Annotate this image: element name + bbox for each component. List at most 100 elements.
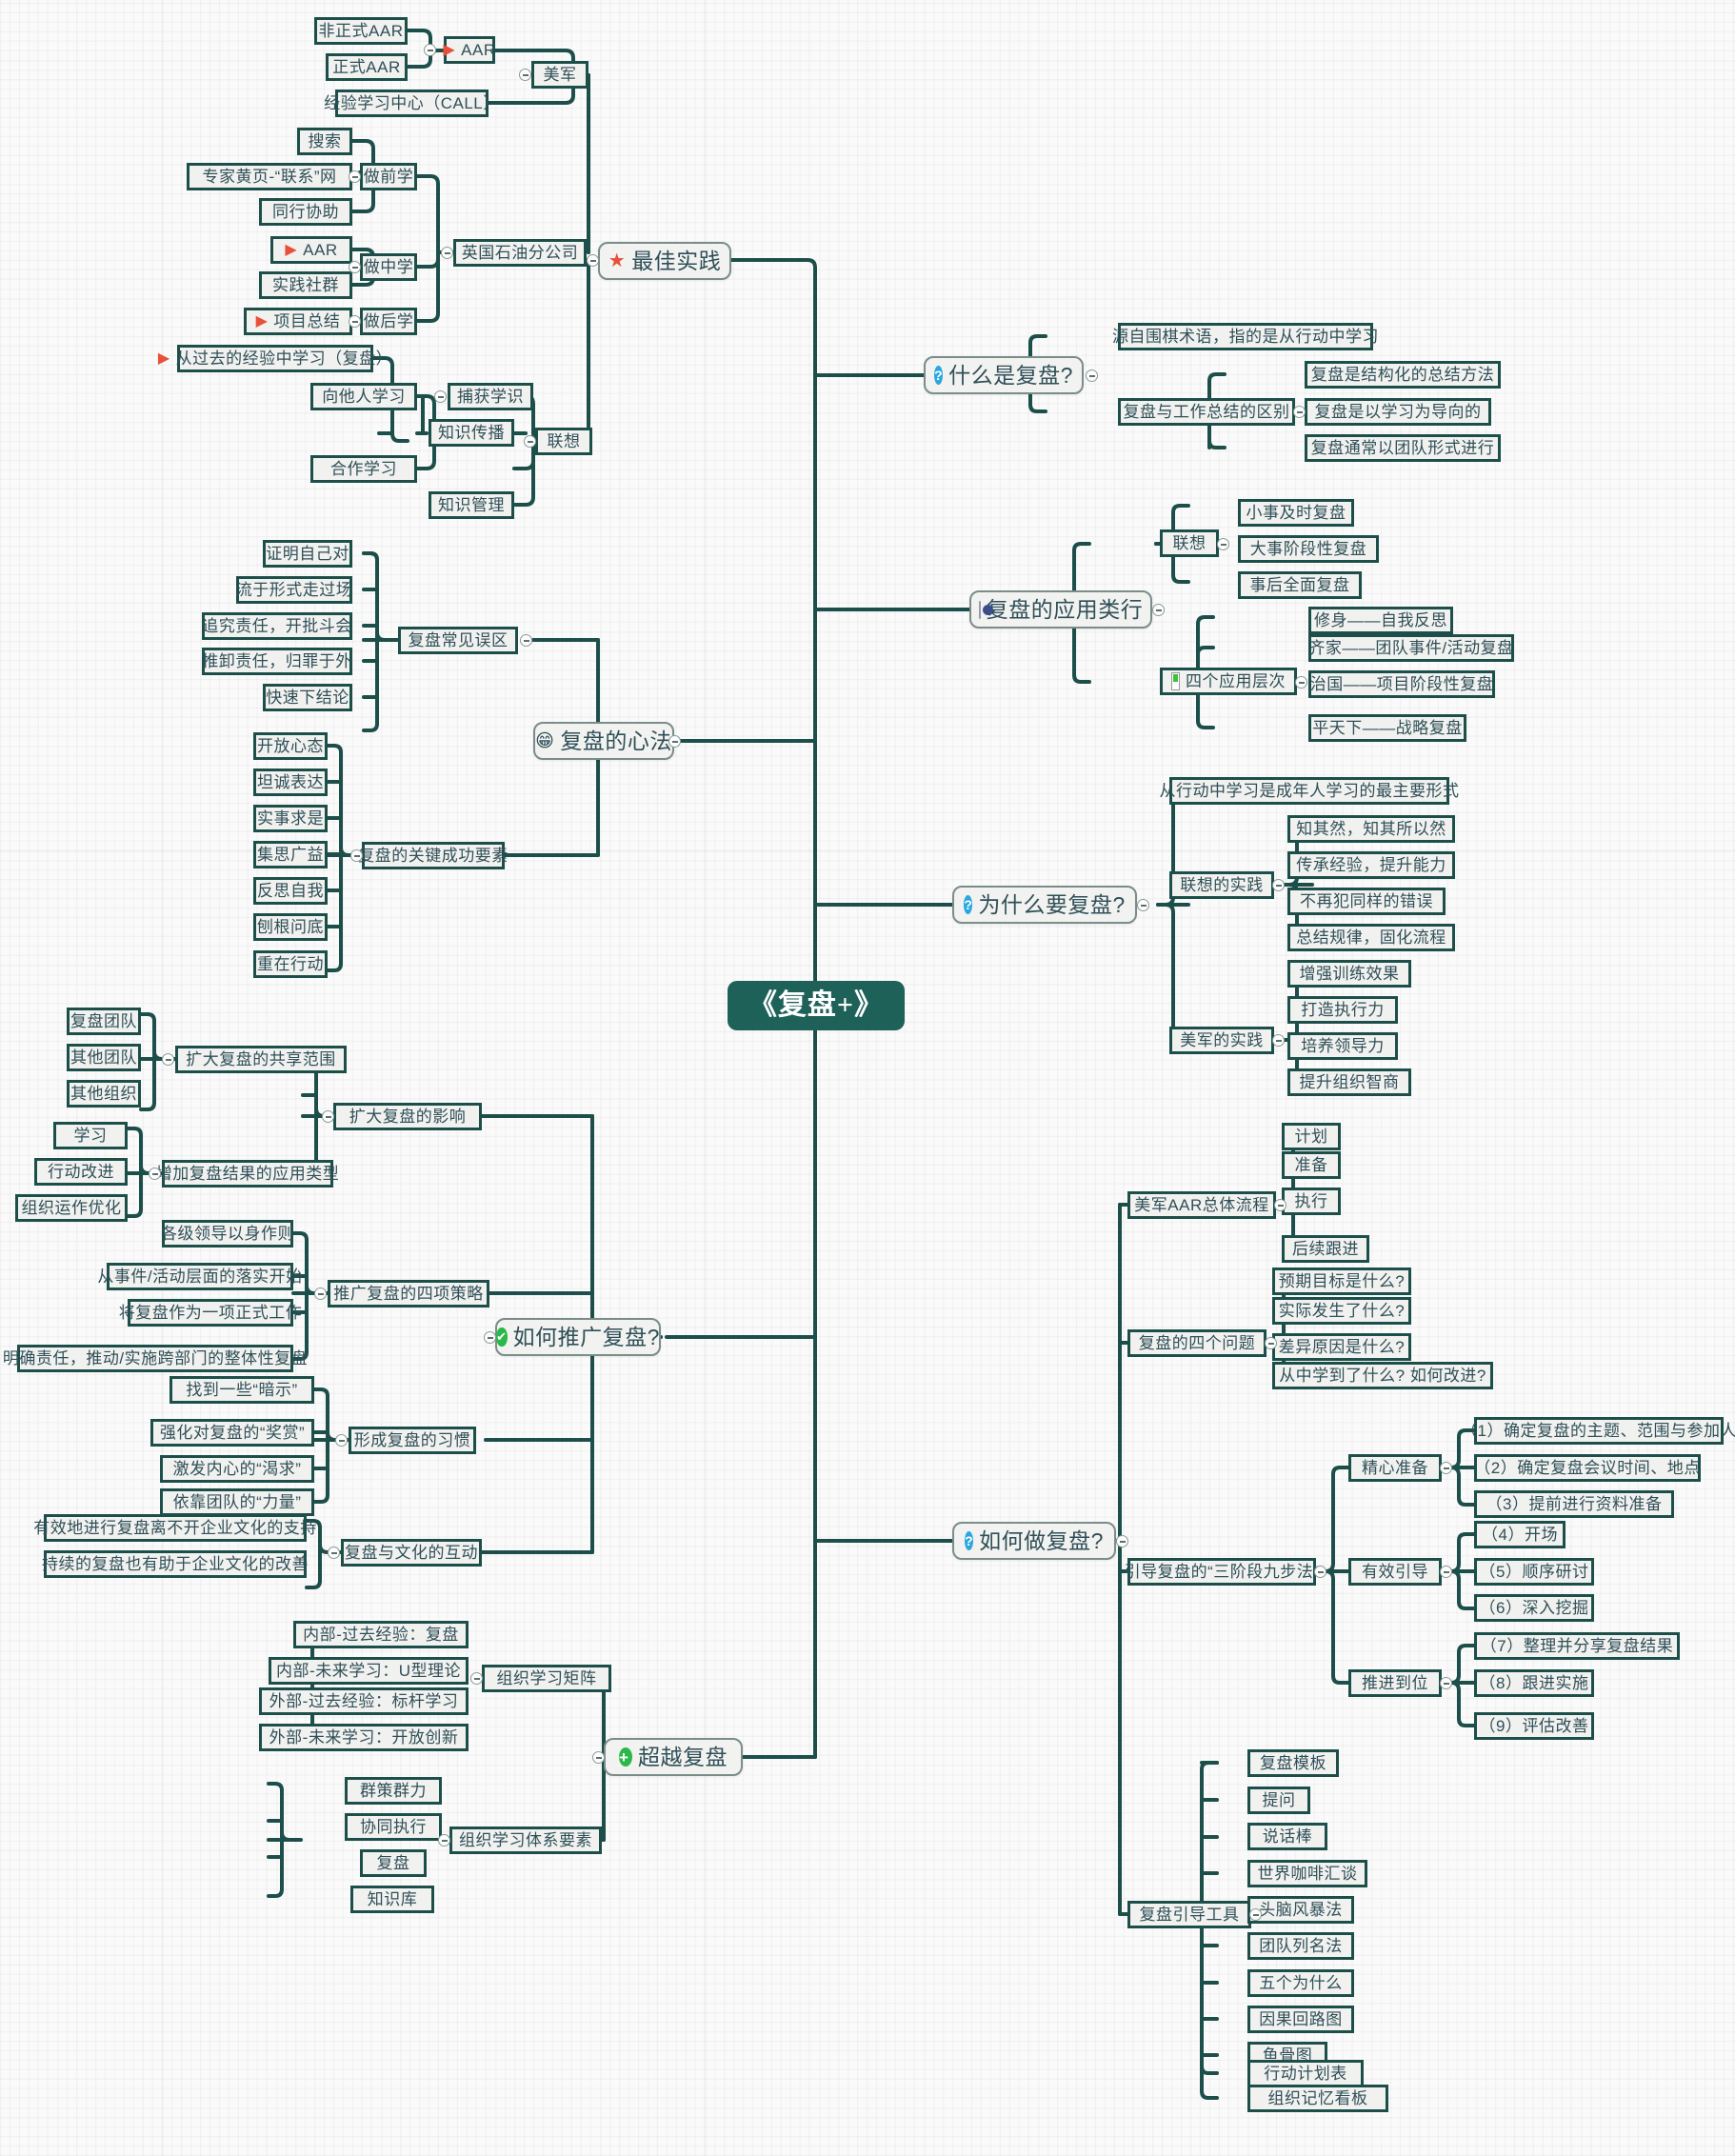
node-know-why[interactable]: 知其然，知其所以然 [1287,815,1455,843]
collapse-toggle[interactable] [1152,604,1165,616]
collapse-toggle[interactable] [349,315,361,328]
node-step-5[interactable]: （5）顺序研讨 [1474,1558,1594,1586]
node-careful-preparation[interactable]: 精心准备 [1348,1454,1442,1482]
node-pitfall-2[interactable]: 流于形式走过场 [236,576,352,604]
collapse-toggle[interactable] [587,254,599,267]
node-knowledge-spread[interactable]: 知识传播 [429,419,514,447]
node-pitfall-5[interactable]: 快速下结论 [263,684,352,711]
node-tool-template[interactable]: 复盘模板 [1247,1749,1339,1777]
collapse-toggle[interactable] [328,1547,340,1559]
node-habit-craving[interactable]: 激发内心的“渴求” [160,1455,314,1483]
node-learn-from-others[interactable]: 向他人学习 [310,383,417,410]
collapse-toggle[interactable] [434,390,447,403]
node-four-questions[interactable]: 复盘的四个问题 [1127,1329,1266,1357]
collapse-toggle[interactable] [1137,899,1149,911]
node-system-knowledge-base[interactable]: 知识库 [350,1886,434,1913]
node-prepare[interactable]: 准备 [1282,1151,1341,1179]
node-tool-team-listing[interactable]: 团队列名法 [1247,1932,1354,1960]
node-q-learned[interactable]: 从中学到了什么? 如何改进? [1272,1362,1493,1389]
node-develop-leadership[interactable]: 培养领导力 [1287,1032,1398,1060]
node-four-levels[interactable]: 四个应用层次 [1160,668,1297,695]
root-node[interactable]: 《复盘+》 [728,981,905,1030]
node-tool-questioning[interactable]: 提问 [1247,1787,1310,1814]
collapse-toggle[interactable] [524,435,536,448]
collapse-toggle[interactable] [520,634,532,647]
node-strategy-3[interactable]: 将复盘作为一项正式工作 [119,1299,302,1327]
collapse-toggle[interactable] [484,1331,496,1344]
node-effective-facilitation[interactable]: 有效引导 [1348,1558,1442,1586]
node-diff-team-form[interactable]: 复盘通常以团队形式进行 [1305,434,1501,462]
node-culture-support[interactable]: 有效地进行复盘离不开企业文化的支持 [33,1514,316,1542]
collapse-toggle[interactable] [1295,676,1307,689]
node-aar-bp[interactable]: ▶ AAR [270,236,352,264]
node-community-of-practice[interactable]: 实践社群 [259,271,352,299]
node-form-habit[interactable]: 形成复盘的习惯 [349,1427,476,1454]
collapse-toggle[interactable] [1440,1566,1452,1578]
node-plan[interactable]: 计划 [1282,1123,1341,1150]
node-army-practice[interactable]: 美军的实践 [1169,1027,1274,1054]
node-scope-other-team[interactable]: 其他团队 [67,1044,141,1071]
node-diff-learning-oriented[interactable]: 复盘是以学习为导向的 [1305,398,1491,426]
collapse-toggle[interactable] [424,44,436,56]
node-tool-causal-loop[interactable]: 因果回路图 [1247,2006,1354,2033]
node-q-expected[interactable]: 预期目标是什么? [1272,1268,1411,1295]
node-tool-five-whys[interactable]: 五个为什么 [1247,1969,1354,1997]
node-search[interactable]: 搜索 [297,128,352,155]
node-factor-2[interactable]: 坦诚表达 [253,769,328,796]
collapse-toggle[interactable] [149,1168,161,1180]
collapse-toggle[interactable] [350,849,363,862]
node-capture-knowledge[interactable]: 捕获学识 [448,383,533,410]
node-collaborative-learning[interactable]: 合作学习 [310,455,417,483]
node-matrix-inner-future[interactable]: 内部-未来学习：U型理论 [269,1657,469,1685]
collapse-toggle[interactable] [1272,1034,1285,1047]
node-habit-cue[interactable]: 找到一些“暗示” [170,1376,314,1404]
collapse-toggle[interactable] [470,1672,483,1685]
node-after-full[interactable]: 事后全面复盘 [1238,571,1362,599]
node-tool-action-plan[interactable]: 行动计划表 [1247,2060,1364,2087]
collapse-toggle[interactable] [1314,1566,1326,1578]
collapse-toggle[interactable] [1272,879,1285,891]
node-facilitation-tools[interactable]: 复盘引导工具 [1127,1901,1251,1928]
node-aar-top[interactable]: ▶ AAR [443,36,495,64]
node-tool-memory-board[interactable]: 组织记忆看板 [1247,2085,1388,2112]
node-q-gap[interactable]: 差异原因是什么? [1272,1333,1411,1361]
collapse-toggle[interactable] [322,1110,334,1123]
node-call[interactable]: 经验学习中心（CALL） [324,90,499,117]
node-what-is-review[interactable]: ? 什么是复盘? [924,356,1084,394]
collapse-toggle[interactable] [1265,1337,1277,1349]
node-success-factors[interactable]: 复盘的关键成功要素 [358,842,508,869]
node-factor-1[interactable]: 开放心态 [253,732,328,760]
node-four-strategies[interactable]: 推广复盘的四项策略 [328,1280,489,1308]
collapse-toggle[interactable] [1116,1535,1128,1547]
node-system-collective[interactable]: 群策群力 [345,1777,442,1805]
collapse-toggle[interactable] [1274,1199,1286,1211]
node-learn-before[interactable]: 做前学 [360,163,417,190]
collapse-toggle[interactable] [314,1288,327,1300]
node-tool-brainstorm[interactable]: 头脑风暴法 [1247,1896,1354,1924]
node-strategy-4[interactable]: 明确责任，推动/实施跨部门的整体性复盘 [3,1345,308,1372]
node-tool-world-cafe[interactable]: 世界咖啡汇谈 [1247,1860,1367,1887]
node-no-repeat-mistake[interactable]: 不再犯同样的错误 [1287,888,1446,915]
node-factor-6[interactable]: 刨根问底 [253,913,328,941]
node-factor-4[interactable]: 集思广益 [253,841,328,868]
node-habit-reward[interactable]: 强化对复盘的“奖赏” [150,1419,314,1447]
node-factor-3[interactable]: 实事求是 [253,805,328,832]
collapse-toggle[interactable] [349,170,361,183]
node-lenovo-app[interactable]: 联想 [1160,529,1219,557]
node-push-through[interactable]: 推进到位 [1348,1669,1442,1697]
node-build-execution[interactable]: 打造执行力 [1287,996,1398,1024]
collapse-toggle[interactable] [1440,1677,1452,1689]
collapse-toggle[interactable] [668,735,681,748]
node-culture-improve[interactable]: 持续的复盘也有助于企业文化的改善 [42,1550,309,1578]
node-system-coordination[interactable]: 协同执行 [345,1813,442,1841]
node-result-types[interactable]: 增加复盘结果的应用类型 [156,1160,339,1188]
node-big-phased[interactable]: 大事阶段性复盘 [1238,535,1379,563]
node-share-scope[interactable]: 扩大复盘的共享范围 [175,1046,347,1073]
node-pitfall-3[interactable]: 追究责任，开批斗会 [202,612,352,640]
node-mindset[interactable]: 😁 复盘的心法 [533,722,674,760]
node-diff-structured[interactable]: 复盘是结构化的总结方法 [1305,361,1501,389]
node-tool-talking-stick[interactable]: 说话棒 [1247,1823,1327,1850]
node-learning-system[interactable]: 组织学习体系要素 [449,1827,602,1854]
collapse-toggle[interactable] [519,69,531,81]
node-summarize-rules[interactable]: 总结规律，固化流程 [1287,924,1455,951]
